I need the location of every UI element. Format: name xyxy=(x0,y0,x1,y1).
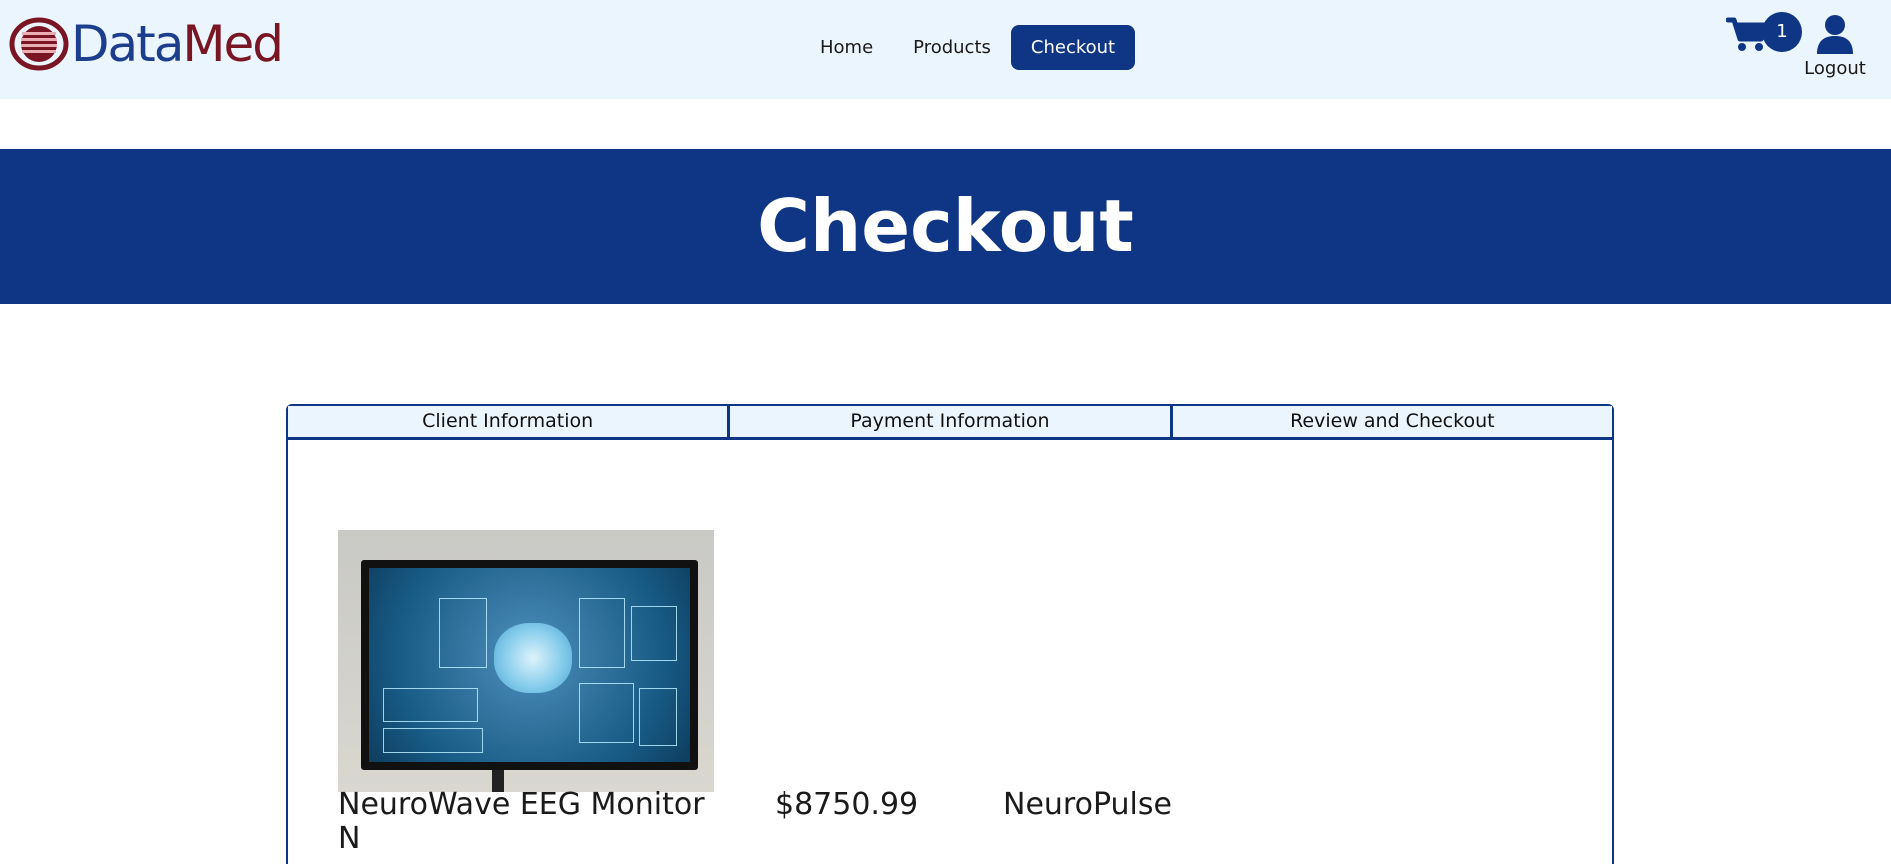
screen-panel-graphic xyxy=(631,606,677,661)
product-image xyxy=(338,530,714,792)
brand-name-data: Data xyxy=(71,15,184,73)
brain-scan-graphic xyxy=(494,623,572,693)
product-name: NeuroWave EEG Monitor N xyxy=(338,787,705,856)
medical-monitor-image xyxy=(361,560,698,770)
brand-name-med: Med xyxy=(182,15,284,73)
page-title: Checkout xyxy=(757,184,1134,268)
tab-client-information[interactable]: Client Information xyxy=(288,406,731,437)
screen-panel-graphic xyxy=(639,688,677,746)
logout-button[interactable]: Logout xyxy=(1803,14,1867,79)
product-brand: NeuroPulse xyxy=(1003,787,1172,822)
checkout-steps-tabs: Client Information Payment Information R… xyxy=(288,406,1612,440)
brand-name: DataMed xyxy=(71,15,284,73)
screen-panel-graphic xyxy=(383,728,483,753)
screen-panel-graphic xyxy=(579,683,634,743)
screen-panel-graphic xyxy=(439,598,487,668)
screen-panel-graphic xyxy=(579,598,625,668)
checkout-panel: Client Information Payment Information R… xyxy=(286,404,1614,864)
nav-products-link[interactable]: Products xyxy=(893,25,1011,70)
datamed-logo[interactable]: DataMed xyxy=(9,15,284,73)
nav-checkout-link[interactable]: Checkout xyxy=(1010,25,1136,70)
screen-panel-graphic xyxy=(383,688,478,722)
checkout-hero-banner: Checkout xyxy=(0,149,1891,304)
tab-review-and-checkout[interactable]: Review and Checkout xyxy=(1172,406,1612,437)
nav-home-link[interactable]: Home xyxy=(800,25,893,70)
logout-label: Logout xyxy=(1804,58,1866,79)
product-price: $8750.99 xyxy=(775,787,919,822)
main-navigation: Home Products Checkout xyxy=(800,25,1136,70)
cart-count-badge: 1 xyxy=(1762,12,1802,52)
cart-button[interactable]: 1 xyxy=(1726,12,1806,62)
top-navbar: DataMed Home Products Checkout 1 Logout xyxy=(0,0,1891,99)
tab-payment-information[interactable]: Payment Information xyxy=(730,406,1173,437)
datamed-logo-icon xyxy=(9,17,69,71)
user-icon xyxy=(1817,15,1853,54)
monitor-screen-image xyxy=(369,568,690,762)
